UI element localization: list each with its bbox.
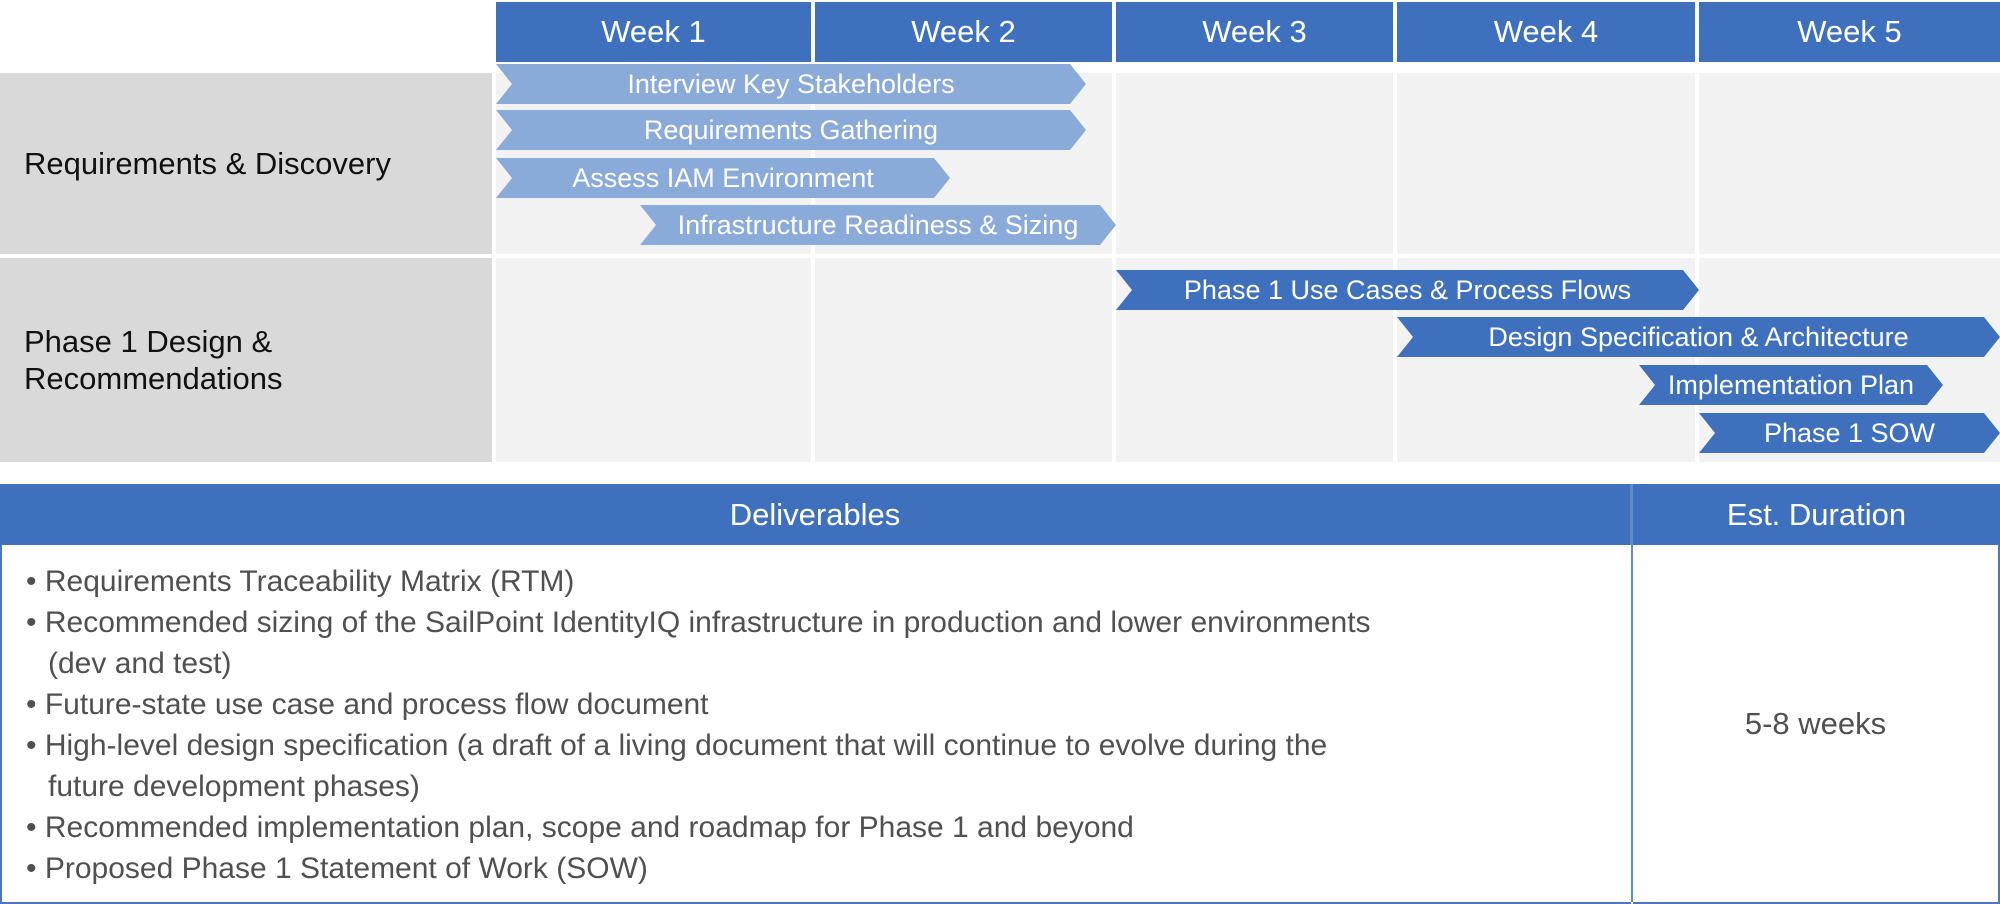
week-header-2: Week 2 [815, 2, 1112, 62]
week-header-1: Week 1 [496, 2, 811, 62]
task-label: Infrastructure Readiness & Sizing [677, 209, 1079, 240]
task-bar: Phase 1 SOW [1699, 413, 2000, 453]
week-header-5: Week 5 [1699, 2, 2000, 62]
deliverable-item: Proposed Phase 1 Statement of Work (SOW) [26, 848, 1386, 889]
task-label: Implementation Plan [1667, 369, 1915, 400]
task-bar: Infrastructure Readiness & Sizing [640, 205, 1116, 245]
task-label: Design Specification & Architecture [1488, 321, 1909, 352]
grid-cell-r2-w1 [496, 258, 811, 462]
duration-header: Est. Duration [1633, 484, 2000, 545]
week-header-4: Week 4 [1397, 2, 1695, 62]
task-bar: Assess IAM Environment [496, 158, 950, 198]
grid-cell-r1-w3 [1116, 73, 1393, 254]
task-bar: Interview Key Stakeholders [496, 64, 1086, 104]
duration-cell: 5-8 weeks [1633, 545, 2000, 904]
grid-cell-r1-w5 [1699, 73, 2000, 254]
task-label: Assess IAM Environment [572, 162, 874, 193]
deliverable-item: Recommended implementation plan, scope a… [26, 807, 1386, 848]
task-label: Interview Key Stakeholders [627, 68, 955, 99]
task-bar: Requirements Gathering [496, 110, 1086, 150]
deliverables-cell: Requirements Traceability Matrix (RTM) R… [0, 545, 1631, 904]
deliverables-list: Requirements Traceability Matrix (RTM) R… [26, 561, 1386, 889]
phase-label-requirements-discovery: Requirements & Discovery [0, 73, 492, 254]
task-label: Phase 1 SOW [1763, 417, 1936, 448]
task-label: Requirements Gathering [643, 114, 939, 145]
task-bar: Design Specification & Architecture [1397, 317, 2000, 357]
phase-label-design-recommendations: Phase 1 Design & Recommendations [0, 258, 492, 462]
task-bar: Implementation Plan [1639, 365, 1943, 405]
phase-label-text: Phase 1 Design & Recommendations [24, 323, 283, 396]
week-header-3: Week 3 [1116, 2, 1393, 62]
grid-cell-r1-w4 [1397, 73, 1695, 254]
grid-cell-r2-w2 [815, 258, 1112, 462]
deliverables-header: Deliverables [0, 484, 1630, 545]
deliverable-item: Future-state use case and process flow d… [26, 684, 1386, 725]
deliverable-item: High-level design specification (a draft… [26, 725, 1386, 807]
task-label: Phase 1 Use Cases & Process Flows [1183, 274, 1632, 305]
deliverable-item: Requirements Traceability Matrix (RTM) [26, 561, 1386, 602]
deliverable-item: Recommended sizing of the SailPoint Iden… [26, 602, 1386, 684]
task-bar: Phase 1 Use Cases & Process Flows [1116, 270, 1699, 310]
